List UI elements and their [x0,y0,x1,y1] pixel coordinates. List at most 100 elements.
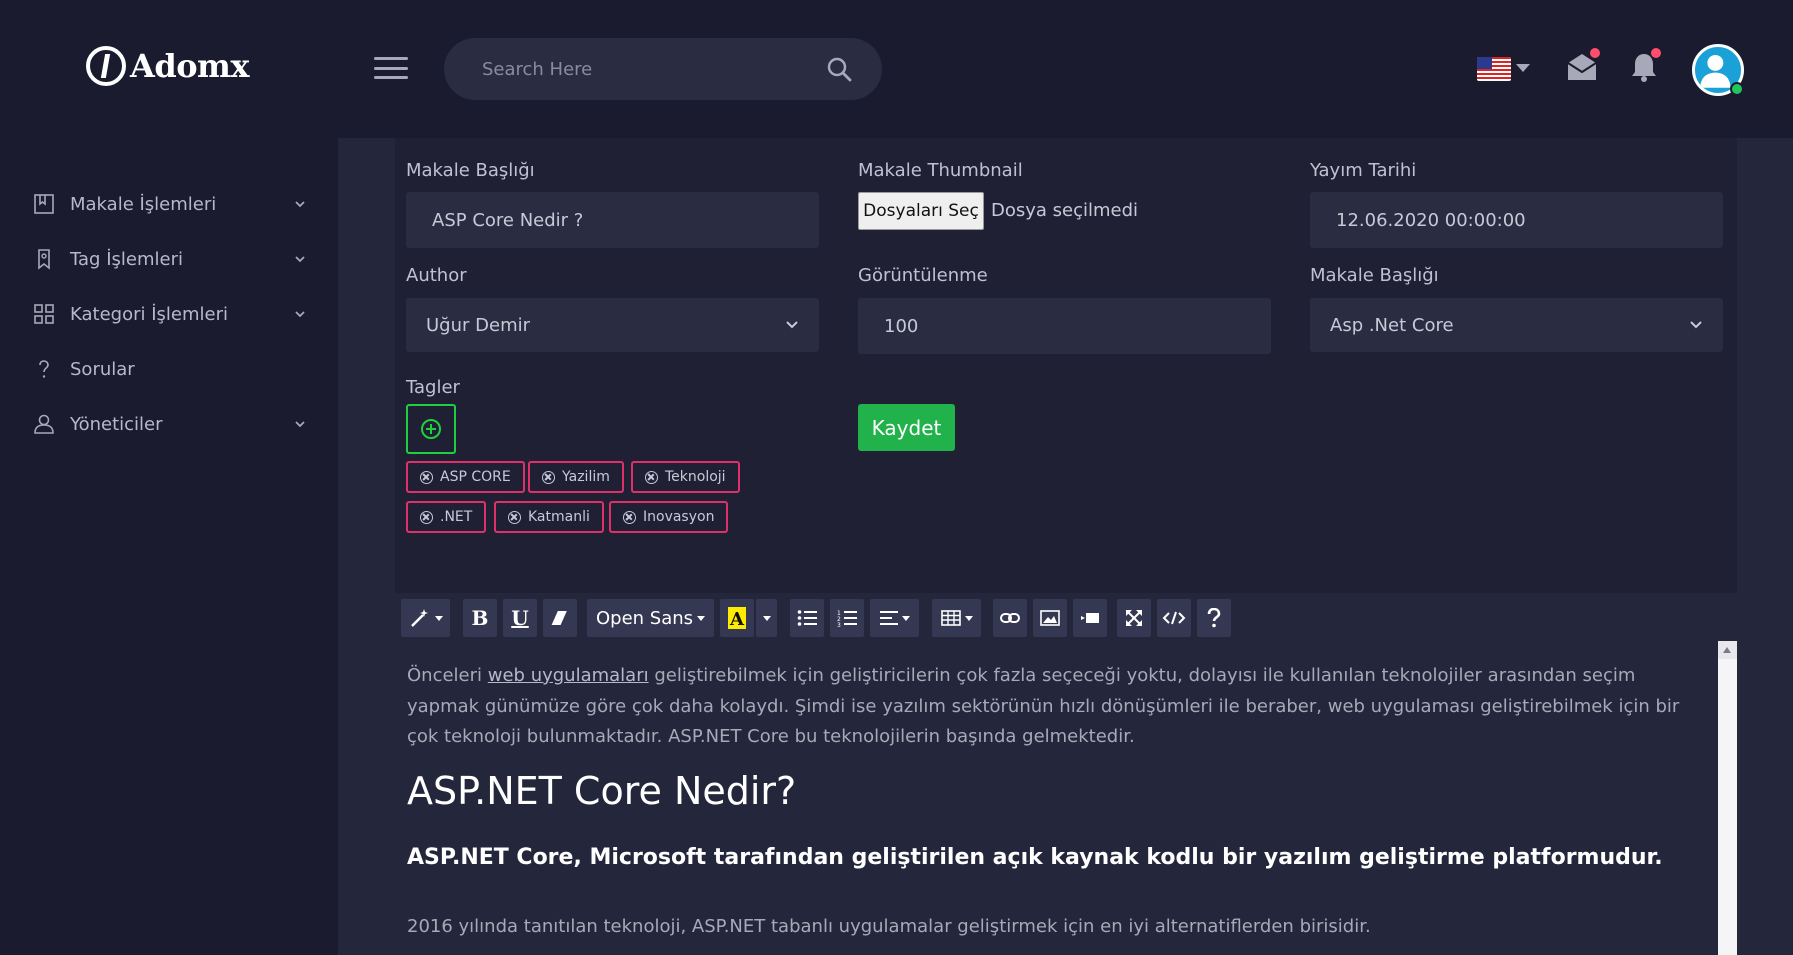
numbered-list-button[interactable]: 123 [830,599,864,637]
image-icon [1040,610,1060,626]
code-view-button[interactable] [1157,599,1191,637]
sidebar-item-label: Kategori İşlemleri [70,303,228,325]
tag-chip[interactable]: Katmanli [494,501,604,533]
fullscreen-icon [1126,610,1142,626]
numbered-list-icon: 123 [837,610,857,627]
logo[interactable]: Adomx [86,46,249,86]
rich-text-editor[interactable]: Önceleri web uygulamaları geliştirebilme… [395,641,1718,955]
editor-paragraph: 2016 yılında tanıtılan teknoloji, ASP.NE… [407,916,1371,937]
highlight-color-button[interactable]: A [720,599,754,637]
choose-file-button[interactable]: Dosyaları Seç [858,192,984,230]
code-icon [1162,611,1186,625]
chevron-down-icon [295,256,305,263]
clear-format-button[interactable] [543,599,577,637]
book-icon [34,194,54,214]
color-dropdown-button[interactable] [756,599,777,637]
sidebar-item-kategori[interactable]: Kategori İşlemleri [32,297,307,331]
thumbnail-label: Makale Thumbnail [858,160,1023,181]
sidebar-item-label: Sorular [70,358,135,380]
chevron-down-icon [1690,321,1702,329]
image-button[interactable] [1033,599,1067,637]
tag-label: Teknoloji [665,469,726,485]
sidebar-item-sorular[interactable]: Sorular [32,352,307,386]
font-name: Open Sans [595,607,694,629]
style-button[interactable] [401,599,450,637]
title-input[interactable] [406,192,819,248]
grid-icon [34,304,54,324]
author-select[interactable]: Uğur Demir [406,298,819,352]
underline-button[interactable]: U [503,599,537,637]
tag-label: Inovasyon [643,509,715,525]
mail-notification-dot [1590,48,1600,58]
top-header: Adomx [0,0,1793,138]
author-label: Author [406,265,467,286]
remove-tag-icon[interactable] [542,470,555,484]
editor-scrollbar[interactable] [1718,641,1737,955]
remove-tag-icon[interactable] [645,470,658,484]
plus-circle-icon [421,419,441,439]
sidebar: Makale İşlemleri Tag İşlemleri Kategori … [0,138,338,955]
logo-mark-icon [86,46,126,86]
category-label: Makale Başlığı [1310,265,1439,286]
svg-text:3: 3 [837,622,841,627]
bookmark-icon [38,249,50,270]
remove-tag-icon[interactable] [420,470,433,484]
font-family-dropdown[interactable]: Open Sans [587,599,714,637]
fullscreen-button[interactable] [1117,599,1151,637]
help-icon [1207,608,1221,628]
magic-wand-icon [410,609,428,627]
svg-text:A: A [729,609,745,630]
chevron-down-icon [295,201,305,208]
scroll-up-icon[interactable] [1723,647,1731,653]
chevron-down-icon [295,311,305,318]
bullet-list-button[interactable] [790,599,824,637]
tag-chip[interactable]: ASP CORE [406,461,525,493]
author-select-value: Uğur Demir [426,314,531,336]
tag-chip[interactable]: .NET [406,501,487,533]
title-label: Makale Başlığı [406,160,535,181]
editor-toolbar: B U Open Sans A 123 [395,593,1737,641]
tag-label: Yazilim [562,469,610,485]
sidebar-item-label: Tag İşlemleri [70,248,183,270]
remove-tag-icon[interactable] [508,510,521,524]
category-select[interactable]: Asp .Net Core [1310,298,1723,352]
chevron-down-icon [786,321,798,329]
date-input[interactable] [1310,192,1723,248]
align-dropdown-button[interactable] [870,599,919,637]
link-icon [1000,613,1020,623]
us-flag-icon[interactable] [1477,57,1511,81]
sidebar-item-makale[interactable]: Makale İşlemleri [32,187,307,221]
align-left-icon [879,611,898,625]
table-button[interactable] [932,599,981,637]
views-input[interactable] [858,298,1271,354]
bullet-list-icon [797,610,817,626]
sidebar-item-yoneticiler[interactable]: Yöneticiler [32,407,307,441]
menu-toggle-button[interactable] [374,57,408,79]
language-dropdown-icon[interactable] [1516,64,1530,72]
save-button[interactable]: Kaydet [858,404,955,451]
sidebar-item-tag[interactable]: Tag İşlemleri [32,242,307,276]
scrollbar-thumb[interactable] [1718,659,1737,955]
tag-chip[interactable]: Teknoloji [631,461,740,493]
video-button[interactable] [1073,599,1107,637]
bold-button[interactable]: B [463,599,497,637]
editor-link[interactable]: web uygulamaları [488,665,649,686]
views-label: Görüntülenme [858,265,988,286]
help-button[interactable] [1197,599,1231,637]
tag-chip[interactable]: Inovasyon [609,501,729,533]
table-icon [940,610,961,626]
add-tag-button[interactable] [406,404,456,454]
search-input[interactable] [444,38,882,100]
text-color-icon: A [728,607,746,630]
question-icon [39,360,49,378]
remove-tag-icon[interactable] [623,510,636,524]
editor-heading-1: ASP.NET Core Nedir? [407,769,797,813]
tag-chip[interactable]: Yazilim [528,461,624,493]
logo-text: Adomx [130,47,249,85]
tag-label: .NET [440,509,473,525]
sidebar-item-label: Yöneticiler [70,413,163,435]
link-button[interactable] [993,599,1027,637]
category-select-value: Asp .Net Core [1330,314,1454,336]
search-icon[interactable] [826,56,852,82]
remove-tag-icon[interactable] [420,510,433,524]
